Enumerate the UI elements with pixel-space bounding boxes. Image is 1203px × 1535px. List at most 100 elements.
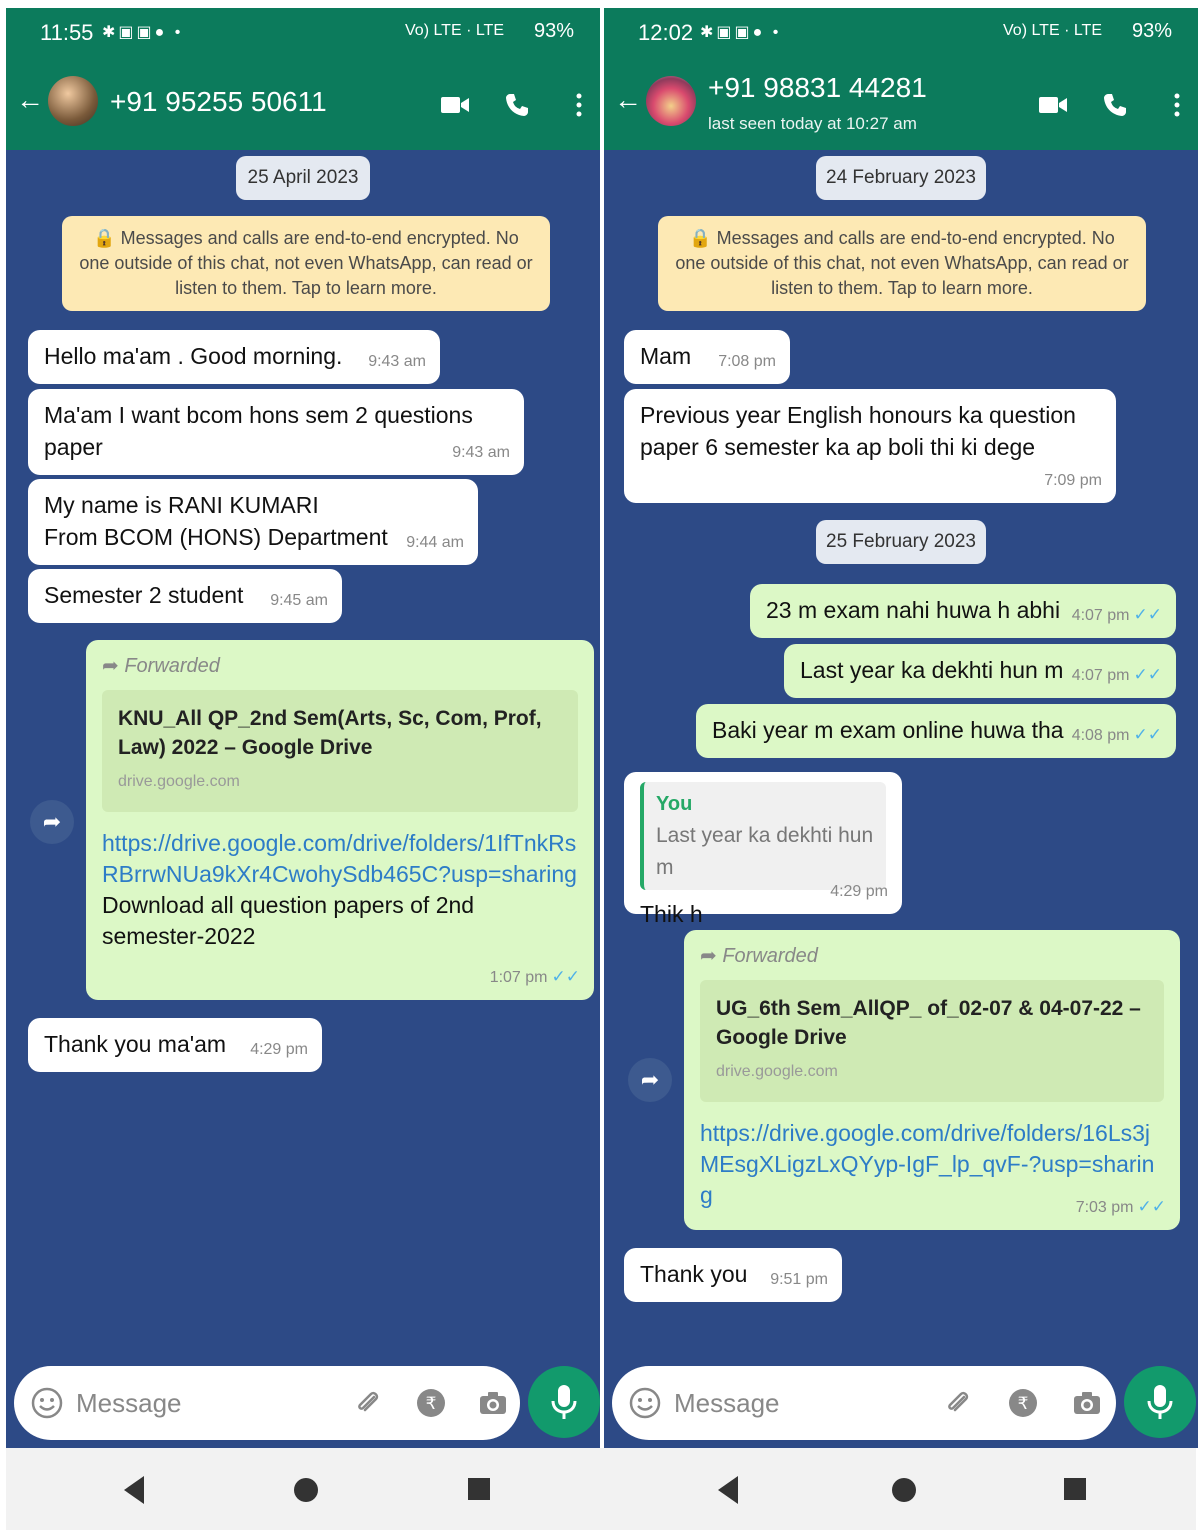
message-bubble[interactable]: Thank you 9:51 pm — [624, 1248, 842, 1302]
voice-call-icon[interactable] — [1100, 92, 1130, 118]
message-bubble[interactable]: 23 m exam nahi huwa h abhi 4:07 pm ✓✓ — [750, 584, 1176, 638]
message-link[interactable]: https://drive.google.com/drive/folders/1… — [102, 828, 578, 890]
link-title: KNU_All QP_2nd Sem(Arts, Sc, Com, Prof, … — [118, 707, 542, 759]
camera-icon[interactable] — [1072, 1388, 1102, 1418]
avatar[interactable] — [48, 76, 98, 126]
mic-button[interactable] — [528, 1366, 600, 1438]
message-input-bar[interactable]: Message ₹ — [612, 1366, 1116, 1440]
message-time: 9:43 am — [452, 444, 510, 461]
more-options-icon[interactable] — [572, 92, 586, 118]
back-arrow-icon[interactable]: ← — [614, 86, 642, 114]
video-call-icon[interactable] — [440, 92, 470, 118]
message-text: Download all question papers of 2nd seme… — [102, 892, 475, 949]
message-bubble[interactable]: Ma'am I want bcom hons sem 2 questions p… — [28, 389, 524, 475]
nav-recents-icon[interactable] — [468, 1478, 490, 1500]
forwarded-label: ➦ Forwarded — [700, 945, 818, 967]
status-time: 12:02 — [638, 20, 694, 45]
message-time: 9:44 am — [406, 534, 464, 551]
message-time: 9:51 pm — [770, 1271, 828, 1288]
status-bar: 11:55 ✱▣▣● • Vo) LTE · LTE 93% — [6, 8, 600, 56]
nav-home-icon[interactable] — [294, 1478, 318, 1502]
date-chip: 25 April 2023 — [236, 156, 370, 200]
camera-icon[interactable] — [478, 1388, 508, 1418]
message-bubble[interactable]: Previous year English honours ka questio… — [624, 389, 1116, 503]
status-time: 11:55 — [40, 20, 94, 45]
avatar[interactable] — [646, 76, 696, 126]
message-bubble[interactable]: Thank you ma'am 4:29 pm — [28, 1018, 322, 1072]
read-ticks-icon: ✓✓ — [1133, 605, 1163, 624]
system-nav-bar — [6, 1448, 1196, 1530]
emoji-icon[interactable] — [628, 1386, 662, 1420]
attachment-icon[interactable] — [352, 1388, 382, 1418]
voice-call-icon[interactable] — [502, 92, 532, 118]
video-call-icon[interactable] — [1038, 92, 1068, 118]
message-text: Previous year English honours ka questio… — [640, 402, 1076, 460]
read-ticks-icon: ✓✓ — [1133, 725, 1163, 744]
contact-name[interactable]: +91 95255 50611 — [110, 86, 327, 118]
quote-text: Last year ka dekhti hun m — [656, 824, 874, 879]
back-arrow-icon[interactable]: ← — [16, 86, 44, 114]
message-bubble[interactable]: Mam 7:08 pm — [624, 330, 790, 384]
message-bubble[interactable]: Hello ma'am . Good morning. 9:43 am — [28, 330, 440, 384]
nav-home-icon[interactable] — [892, 1478, 916, 1502]
chat-screen-left: 11:55 ✱▣▣● • Vo) LTE · LTE 93% ← +91 952… — [6, 8, 600, 1448]
chat-header: ← +91 95255 50611 — [6, 56, 600, 150]
date-chip: 25 February 2023 — [816, 520, 986, 564]
link-domain: drive.google.com — [118, 773, 240, 790]
forwarded-message[interactable]: ➦ Forwarded UG_6th Sem_AllQP_ of_02-07 &… — [684, 930, 1180, 1230]
link-preview[interactable]: KNU_All QP_2nd Sem(Arts, Sc, Com, Prof, … — [102, 690, 578, 812]
message-bubble[interactable]: Last year ka dekhti hun m 4:07 pm ✓✓ — [784, 644, 1176, 698]
nav-back-icon[interactable] — [718, 1476, 738, 1504]
chat-header: ← +91 98831 44281 last seen today at 10:… — [604, 56, 1198, 150]
status-bar: 12:02 ✱▣▣● • Vo) LTE · LTE 93% — [604, 8, 1198, 56]
link-domain: drive.google.com — [716, 1063, 838, 1080]
forward-icon: ➦ — [102, 655, 125, 677]
date-chip: 24 February 2023 — [816, 156, 986, 200]
forwarded-message[interactable]: ➦ Forwarded KNU_All QP_2nd Sem(Arts, Sc,… — [86, 640, 594, 1000]
mic-button[interactable] — [1124, 1366, 1196, 1438]
message-text: Hello ma'am . Good morning. — [44, 343, 343, 369]
link-preview[interactable]: UG_6th Sem_AllQP_ of_02-07 & 04-07-22 – … — [700, 980, 1164, 1102]
nav-recents-icon[interactable] — [1064, 1478, 1086, 1500]
payment-icon[interactable]: ₹ — [416, 1388, 446, 1418]
emoji-icon[interactable] — [30, 1386, 64, 1420]
message-bubble[interactable]: Semester 2 student 9:45 am — [28, 569, 342, 623]
message-time: 4:08 pm ✓✓ — [1071, 725, 1163, 744]
message-time: 1:07 pm ✓✓ — [489, 967, 581, 986]
battery-level: 93% — [1131, 20, 1172, 42]
message-bubble[interactable]: Baki year m exam online huwa tha 4:08 pm… — [696, 704, 1176, 758]
last-seen: last seen today at 10:27 am — [708, 114, 917, 133]
read-ticks-icon: ✓✓ — [1137, 1197, 1167, 1216]
reply-message[interactable]: You Last year ka dekhti hun m Thik h 4:2… — [624, 772, 902, 927]
encryption-notice[interactable]: 🔒 Messages and calls are end-to-end encr… — [62, 216, 550, 311]
message-input[interactable]: Message — [76, 1388, 182, 1419]
network-status: Vo) LTE · LTE — [1003, 22, 1102, 39]
network-status: Vo) LTE · LTE — [405, 22, 504, 39]
contact-name[interactable]: +91 98831 44281 — [708, 72, 927, 104]
message-bubble[interactable]: My name is RANI KUMARI From BCOM (HONS) … — [28, 479, 478, 565]
read-ticks-icon: ✓✓ — [1133, 665, 1163, 684]
payment-icon[interactable]: ₹ — [1008, 1388, 1038, 1418]
more-options-icon[interactable] — [1170, 92, 1184, 118]
message-input-bar[interactable]: Message ₹ — [14, 1366, 520, 1440]
message-text: Ma'am I want bcom hons sem 2 questions p… — [44, 402, 473, 460]
nav-back-icon[interactable] — [124, 1476, 144, 1504]
mic-icon — [1147, 1385, 1173, 1419]
encryption-text: 🔒 Messages and calls are end-to-end encr… — [675, 228, 1129, 298]
attachment-icon[interactable] — [942, 1388, 972, 1418]
message-time: 4:29 pm — [250, 1041, 308, 1058]
message-input[interactable]: Message — [674, 1388, 780, 1419]
read-ticks-icon: ✓✓ — [551, 967, 581, 986]
forwarded-label: ➦ Forwarded — [102, 655, 220, 677]
quoted-message[interactable]: You Last year ka dekhti hun m — [640, 782, 886, 890]
link-title: UG_6th Sem_AllQP_ of_02-07 & 04-07-22 – … — [716, 997, 1141, 1049]
share-icon[interactable]: ➦ — [30, 800, 74, 844]
share-icon[interactable]: ➦ — [628, 1058, 672, 1102]
message-time: 4:07 pm ✓✓ — [1071, 605, 1163, 624]
message-time: 4:29 pm — [830, 883, 888, 900]
encryption-notice[interactable]: 🔒 Messages and calls are end-to-end encr… — [658, 216, 1146, 311]
message-time: 9:45 am — [270, 592, 328, 609]
mic-icon — [551, 1385, 577, 1419]
battery-level: 93% — [533, 20, 574, 42]
notification-icons: ✱▣▣● • — [700, 24, 782, 41]
